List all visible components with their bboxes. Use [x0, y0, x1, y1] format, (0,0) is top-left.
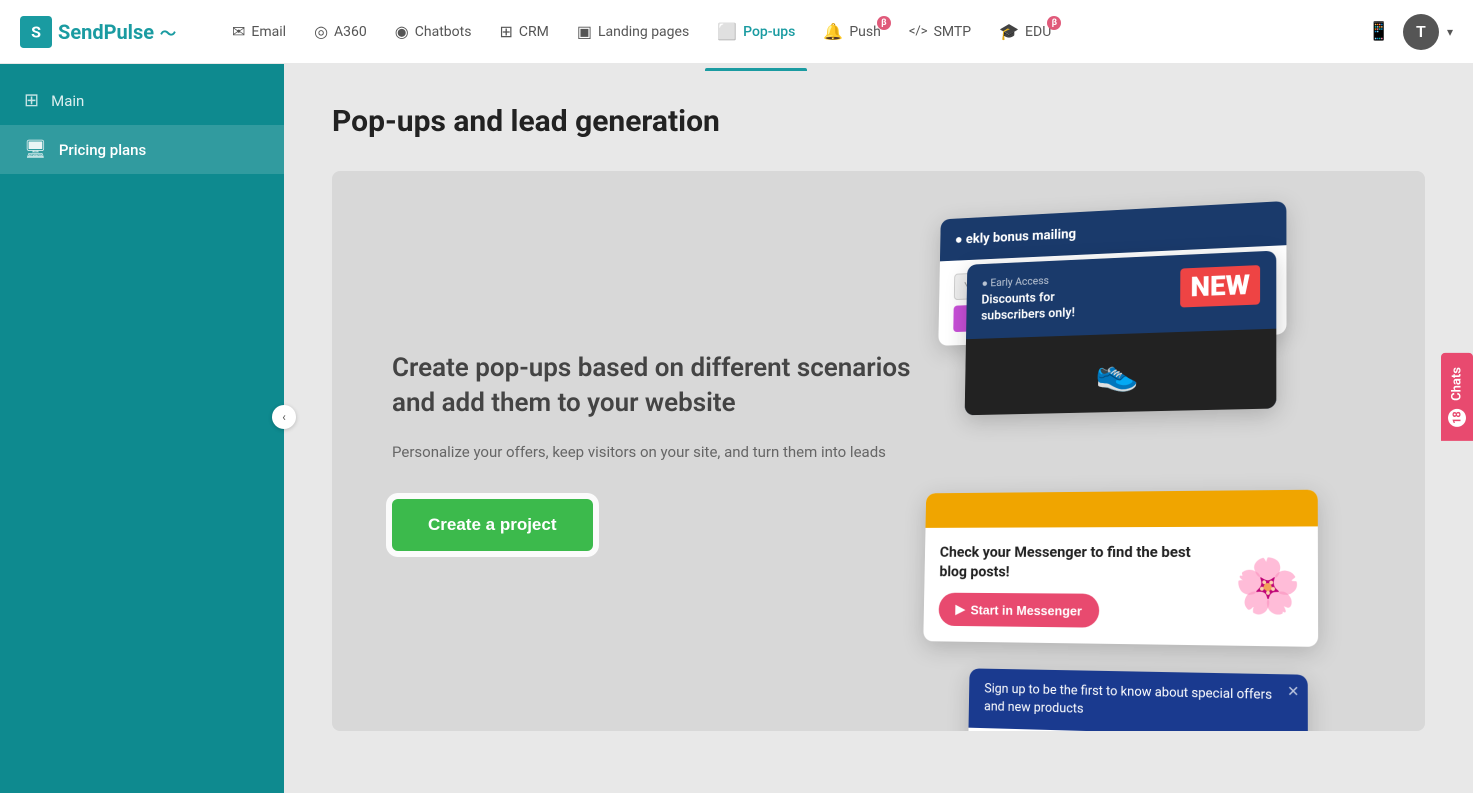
- chatbots-icon: ◉: [395, 22, 409, 41]
- nav-label-crm: CRM: [519, 24, 549, 40]
- hero-subtext: Personalize your offers, keep visitors o…: [392, 441, 952, 464]
- pricing-icon: 🖥: [24, 139, 47, 160]
- chats-label: Chats: [1450, 367, 1465, 401]
- nav-item-crm[interactable]: ⊞ CRM: [487, 14, 560, 49]
- sidebar-item-main[interactable]: ⊞ Main: [0, 76, 284, 125]
- sidebar-label-main: Main: [51, 92, 84, 110]
- card-signup-header: Sign up to be the first to know about sp…: [969, 668, 1308, 731]
- sidebar-label-pricing: Pricing plans: [59, 141, 146, 159]
- nav-items: ✉ Email ◎ A360 ◉ Chatbots ⊞ CRM ▣ Landin…: [220, 14, 1363, 49]
- nav-item-smtp[interactable]: </> SMTP: [897, 16, 983, 48]
- avatar-dropdown-arrow[interactable]: ▾: [1447, 25, 1453, 39]
- nav-label-popups: Pop-ups: [743, 24, 795, 40]
- nav-label-a360: A360: [334, 24, 367, 40]
- nav-item-push[interactable]: 🔔 Push β: [811, 14, 892, 49]
- hero-heading: Create pop-ups based on different scenar…: [392, 351, 952, 421]
- nav-item-a360[interactable]: ◎ A360: [302, 14, 379, 49]
- nav-item-chatbots[interactable]: ◉ Chatbots: [383, 14, 484, 49]
- logo-icon: S: [20, 16, 52, 48]
- mobile-icon[interactable]: 📱: [1363, 16, 1395, 48]
- nav-label-email: Email: [251, 24, 286, 40]
- chats-panel: 18 Chats: [1441, 353, 1473, 441]
- sidebar-menu: ⊞ Main 🖥 Pricing plans: [0, 64, 284, 186]
- nav-item-popups[interactable]: ⬜ Pop-ups: [705, 14, 807, 49]
- main-icon: ⊞: [24, 90, 39, 111]
- nav-label-push: Push: [849, 24, 881, 40]
- hero-section: Create pop-ups based on different scenar…: [332, 171, 1425, 731]
- nav-item-landing[interactable]: ▣ Landing pages: [565, 14, 701, 49]
- card-signup-close[interactable]: ✕: [1287, 683, 1299, 704]
- content-inner: Pop-ups and lead generation Create pop-u…: [284, 64, 1473, 771]
- nav-right: 📱 T ▾: [1363, 14, 1453, 50]
- nav-label-smtp: SMTP: [934, 24, 972, 40]
- signup-header-text: Sign up to be the first to know about sp…: [984, 682, 1272, 717]
- card-new-body: ● Early Access Discounts forsubscribers …: [966, 251, 1276, 339]
- nav-item-email[interactable]: ✉ Email: [220, 14, 298, 49]
- flower-decoration: 🌸: [1234, 555, 1301, 618]
- popup-card-signup: Sign up to be the first to know about sp…: [968, 668, 1308, 731]
- crm-icon: ⊞: [499, 22, 512, 41]
- avatar[interactable]: T: [1403, 14, 1439, 50]
- new-badge: NEW: [1180, 265, 1260, 307]
- main-content: Pop-ups and lead generation Create pop-u…: [284, 64, 1473, 793]
- top-navigation: S SendPulse 〜 ✉ Email ◎ A360 ◉ Chatbots …: [0, 0, 1473, 64]
- svg-text:S: S: [31, 22, 41, 41]
- nav-label-chatbots: Chatbots: [415, 24, 472, 40]
- edu-icon: 🎓: [999, 22, 1019, 41]
- sidebar: ⊞ Main 🖥 Pricing plans ‹: [0, 64, 284, 793]
- logo-text: SendPulse: [58, 20, 154, 44]
- popups-icon: ⬜: [717, 22, 737, 41]
- hero-text: Create pop-ups based on different scenar…: [332, 291, 1012, 612]
- main-layout: ⊞ Main 🖥 Pricing plans ‹ Pop-ups and lea…: [0, 64, 1473, 793]
- email-icon: ✉: [232, 22, 245, 41]
- page-title: Pop-ups and lead generation: [332, 104, 1425, 139]
- chats-button[interactable]: 18 Chats: [1441, 353, 1473, 441]
- push-beta-badge: β: [877, 16, 891, 30]
- smtp-icon: </>: [909, 24, 928, 39]
- landing-icon: ▣: [577, 22, 592, 41]
- card-bonus-title: ● ekly bonus mailing: [955, 225, 1076, 247]
- logo[interactable]: S SendPulse 〜: [20, 16, 220, 48]
- a360-icon: ◎: [314, 22, 328, 41]
- edu-beta-badge: β: [1047, 16, 1061, 30]
- logo-wave: 〜: [160, 20, 176, 44]
- push-icon: 🔔: [823, 22, 843, 41]
- nav-label-landing: Landing pages: [598, 24, 689, 40]
- chats-count-badge: 18: [1448, 408, 1466, 426]
- create-project-button[interactable]: Create a project: [392, 499, 593, 551]
- sidebar-collapse-button[interactable]: ‹: [272, 405, 296, 429]
- nav-item-edu[interactable]: 🎓 EDU β: [987, 14, 1063, 49]
- sidebar-item-pricing[interactable]: 🖥 Pricing plans: [0, 125, 284, 174]
